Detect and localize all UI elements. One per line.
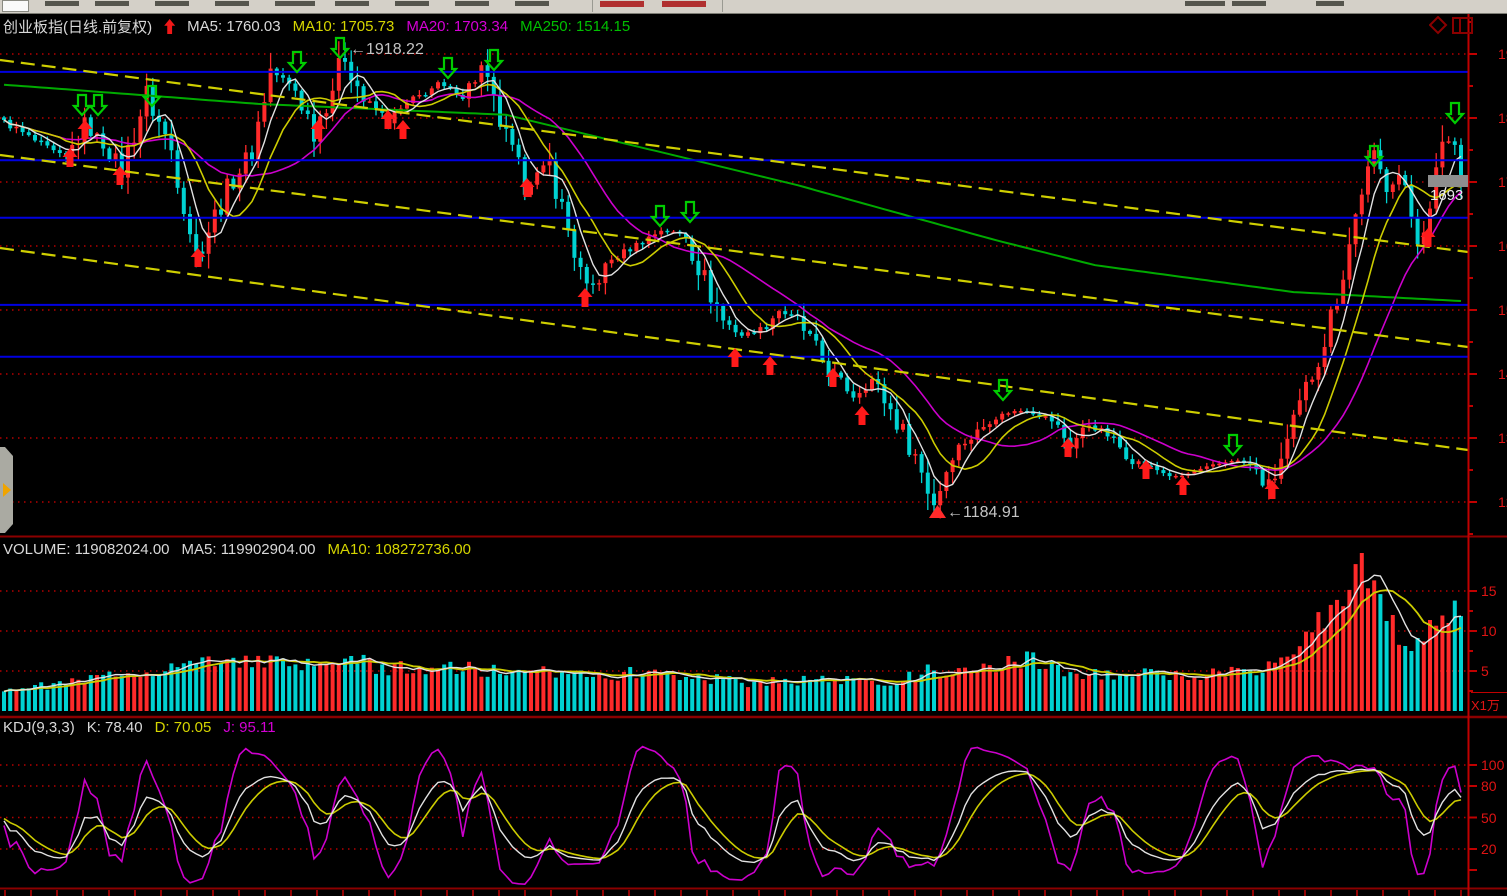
volume-axis-label: 5 [1481, 663, 1489, 679]
ma20-value: MA20: 1703.34 [406, 18, 508, 35]
kdj-d-line [4, 770, 1461, 858]
volume-bars[interactable] [2, 553, 1463, 711]
price-axis-label: 1500 [1498, 302, 1507, 318]
trading-app-window: { "price_pane": { "title": "创业板指(日线.前复权)… [0, 0, 1507, 896]
low-price-annotation: ←1184.91 [947, 504, 1020, 522]
volume-ma5-value: MA5: 119902904.00 [182, 541, 316, 558]
pane-corner-icons [1429, 16, 1475, 41]
volume-ma10-value: MA10: 108272736.00 [328, 541, 471, 558]
kdj-pane-header: KDJ(9,3,3) K: 78.40 D: 70.05 J: 95.11 [3, 719, 276, 736]
corner-icons-svg [1429, 16, 1475, 36]
volume-axis-label: 10 [1481, 623, 1497, 639]
ma250-value: MA250: 1514.15 [520, 18, 630, 35]
expand-triangle-icon [3, 483, 11, 497]
ma250-line [4, 85, 1461, 301]
price-axis-label: 1700 [1498, 174, 1507, 190]
kdj-k-value: K: 78.40 [87, 719, 143, 736]
symbol-title: 创业板指(日线.前复权) [3, 16, 152, 37]
kdj-grid [0, 765, 1468, 849]
price-axis-label: 1900 [1498, 46, 1507, 62]
volume-pane-header: VOLUME: 119082024.00 MA5: 119902904.00 M… [3, 541, 471, 558]
diamond-icon[interactable] [1430, 17, 1446, 33]
price-pane-header: 创业板指(日线.前复权) MA5: 1760.03 MA10: 1705.73 … [3, 16, 630, 37]
current-price-marker [1428, 175, 1468, 187]
price-axis-label: 1300 [1498, 430, 1507, 446]
volume-grid [0, 591, 1468, 671]
price-axis-label: 1800 [1498, 110, 1507, 126]
volume-unit-label: X1万 [1471, 692, 1507, 714]
kdj-j-value: J: 95.11 [223, 719, 275, 736]
volume-axis-label: 15 [1481, 583, 1497, 599]
low-point-marker [929, 505, 946, 518]
price-axis-label: 1600 [1498, 238, 1507, 254]
kdj-d-value: D: 70.05 [155, 719, 212, 736]
kdj-axis-label: 100 [1481, 757, 1504, 773]
chart-canvas[interactable] [0, 0, 1507, 896]
kdj-axis-label: 50 [1481, 810, 1497, 826]
price-axis-label: 1400 [1498, 366, 1507, 382]
price-axis-label: 1200 [1498, 494, 1507, 510]
date-axis-ticks [5, 890, 1461, 896]
kdj-axis-label: 80 [1481, 778, 1497, 794]
ma10-line [4, 85, 1461, 472]
kdj-j-line [4, 747, 1461, 885]
kdj-axis-label: 20 [1481, 841, 1497, 857]
current-price-label: 1693 [1430, 187, 1463, 204]
trend-channel-lines [0, 60, 1468, 450]
split-window-icon[interactable] [1453, 18, 1472, 33]
ma10-value: MA10: 1705.73 [293, 18, 395, 35]
sidebar-expand-handle[interactable] [0, 447, 13, 533]
volume-value: VOLUME: 119082024.00 [3, 541, 170, 558]
up-arrow-icon [164, 19, 175, 34]
high-price-annotation: ←1918.22 [350, 41, 424, 59]
candlestick-series[interactable] [2, 41, 1463, 518]
ma5-value: MA5: 1760.03 [187, 18, 280, 35]
kdj-title: KDJ(9,3,3) [3, 719, 75, 736]
